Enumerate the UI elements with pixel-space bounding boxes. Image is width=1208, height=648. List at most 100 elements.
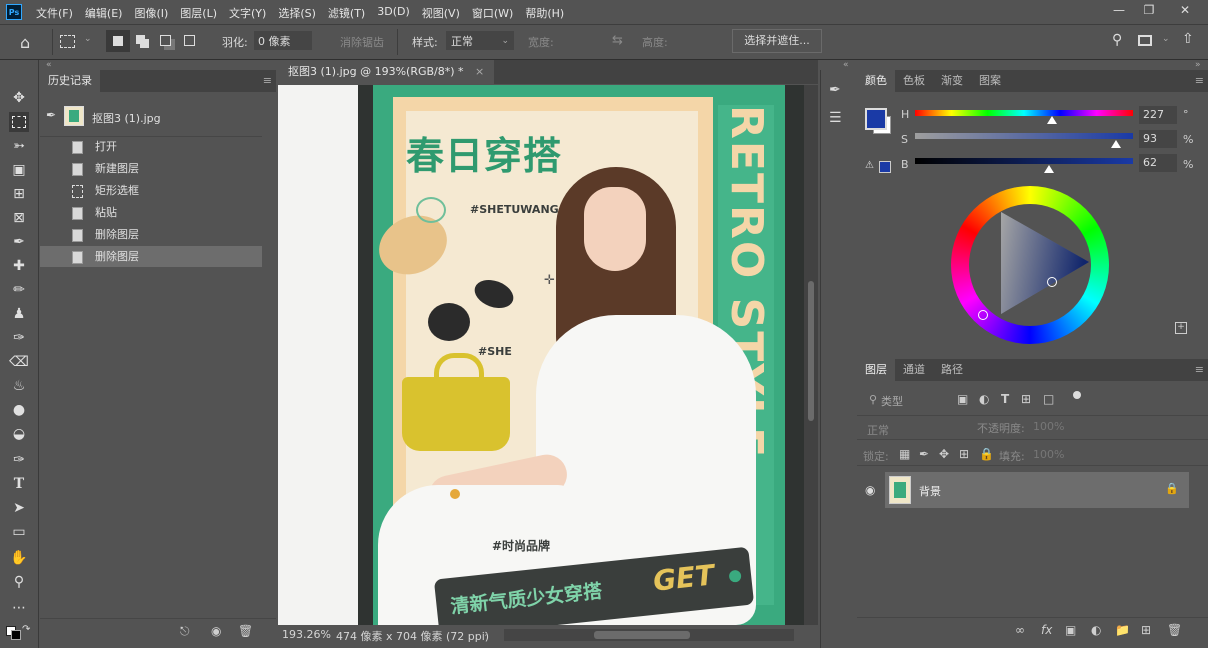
add-swatch-icon[interactable]: + [1175,322,1187,334]
horizontal-scroll-thumb[interactable] [594,631,690,639]
brush-settings-icon[interactable]: ✒ [829,82,841,98]
marquee-tool-preset-icon[interactable] [60,35,75,48]
clone-stamp-tool-icon[interactable]: ♟ [9,304,29,324]
vertical-scrollbar[interactable] [804,85,818,625]
fill-value[interactable]: 100% [1033,448,1064,461]
close-icon[interactable]: ✕ [1170,0,1200,22]
gamut-color-swatch[interactable] [879,161,891,173]
menu-file[interactable]: 文件(F) [36,5,73,21]
trash-icon[interactable]: 🗑 [1167,623,1182,637]
brightness-slider-handle[interactable] [1044,165,1054,173]
history-item-selected[interactable]: 删除图层 [40,246,262,267]
lock-image-icon[interactable]: ✒ [919,447,929,461]
add-mask-icon[interactable]: ▣ [1065,623,1076,637]
eye-icon[interactable]: ◉ [865,483,875,497]
filter-shape-icon[interactable]: ⊞ [1021,392,1031,406]
more-tools-icon[interactable]: ⋯ [9,598,29,618]
menu-3d[interactable]: 3D(D) [377,5,410,21]
color-triangle[interactable] [997,210,1097,320]
filter-pixel-icon[interactable]: ▣ [957,392,968,406]
collapse-right-icon[interactable]: » [1195,60,1201,70]
vertical-scroll-thumb[interactable] [808,281,814,421]
dodge-tool-icon[interactable]: ◒ [9,424,29,444]
eyedropper-tool-icon[interactable]: ✒ [9,232,29,252]
blur-tool-icon[interactable]: ● [9,400,29,420]
tab-paths[interactable]: 路径 [933,359,971,381]
collapse-dock-icon[interactable]: « [843,60,849,70]
brush-tool-icon[interactable]: ✏ [9,280,29,300]
collapse-history-icon[interactable]: « [46,60,52,70]
tab-channels[interactable]: 通道 [895,359,933,381]
hue-slider-handle[interactable] [1047,116,1057,124]
filter-toggle-icon[interactable] [1073,391,1081,399]
search-icon[interactable]: ⚲ [1112,32,1122,48]
rectangular-marquee-tool-icon[interactable] [9,112,29,132]
panel-menu-icon[interactable]: ≡ [1195,74,1204,87]
history-item[interactable]: 矩形选框 [40,180,262,201]
paint-bucket-tool-icon[interactable]: ♨ [9,376,29,396]
restore-icon[interactable]: ❐ [1134,0,1164,22]
menu-help[interactable]: 帮助(H) [525,5,564,21]
trash-icon[interactable]: 🗑 [238,624,253,638]
camera-icon[interactable]: ◉ [211,624,221,638]
filter-kind-label[interactable]: 类型 [881,393,903,409]
crop-tool-icon[interactable]: ⊞ [9,184,29,204]
subtract-selection-icon[interactable] [160,35,171,46]
adjustments-icon[interactable]: ☰ [829,110,842,126]
move-tool-icon[interactable]: ✥ [9,88,29,108]
new-selection-button[interactable] [106,30,130,52]
status-chevron-icon[interactable]: › [484,627,488,640]
new-layer-icon[interactable]: ⊞ [1141,623,1151,637]
saturation-slider[interactable] [915,133,1133,139]
filter-smart-object-icon[interactable]: □ [1043,392,1054,406]
workspace-icon[interactable] [1138,35,1152,46]
zoom-tool-icon[interactable]: ⚲ [9,572,29,592]
hand-tool-icon[interactable]: ✋ [9,548,29,568]
menu-edit[interactable]: 编辑(E) [85,5,123,21]
chevron-down-icon[interactable]: ⌄ [1162,34,1170,44]
triangle-picker-handle[interactable] [1047,277,1057,287]
intersect-selection-icon[interactable] [184,35,195,46]
horizontal-scrollbar[interactable] [504,629,794,641]
type-tool-icon[interactable]: T [9,474,29,494]
opacity-value[interactable]: 100% [1033,420,1064,433]
new-document-from-state-icon[interactable]: ⎋ [180,624,190,639]
antialias-checkbox[interactable]: 消除锯齿 [340,34,384,50]
brightness-input[interactable]: 62 [1139,154,1177,172]
tab-patterns[interactable]: 图案 [971,70,1009,92]
object-selection-tool-icon[interactable]: ▣ [9,160,29,180]
new-group-icon[interactable]: 📁 [1115,623,1130,637]
lock-transparent-icon[interactable]: ▦ [899,447,910,461]
lock-position-icon[interactable]: ✥ [939,447,949,461]
history-item[interactable]: 删除图层 [40,224,262,245]
history-brush-tool-icon[interactable]: ✑ [9,328,29,348]
frame-tool-icon[interactable]: ⊠ [9,208,29,228]
menu-view[interactable]: 视图(V) [422,5,460,21]
zoom-level[interactable]: 193.26% [282,628,331,641]
panel-menu-icon[interactable]: ≡ [263,74,272,87]
menu-filter[interactable]: 滤镜(T) [328,5,365,21]
menu-type[interactable]: 文字(Y) [229,5,266,21]
history-item[interactable]: 打开 [40,136,262,157]
eraser-tool-icon[interactable]: ⌫ [9,352,29,372]
swap-colors-icon[interactable]: ↷ [22,624,30,635]
history-item[interactable]: 粘贴 [40,202,262,223]
feather-input[interactable]: 0 像素 [254,31,312,50]
hue-slider[interactable] [915,110,1133,116]
adjustment-layer-icon[interactable]: ◐ [1091,623,1101,637]
tab-layers[interactable]: 图层 [857,359,895,381]
document-tab[interactable]: 抠图3 (1).jpg @ 193%(RGB/8*) * × [278,60,495,84]
close-tab-icon[interactable]: × [475,65,484,78]
lock-all-icon[interactable]: 🔒 [979,447,994,461]
blend-mode-select[interactable]: 正常 [867,422,889,438]
rectangle-tool-icon[interactable]: ▭ [9,522,29,542]
document-canvas[interactable]: RETRO STYLE 春日穿搭 #SHETUWANG #SHE #时尚品牌 清… [278,85,818,625]
history-brush-source-icon[interactable]: ✒ [46,108,56,122]
minimize-icon[interactable]: — [1104,0,1134,22]
snapshot-name[interactable]: 抠图3 (1).jpg [92,110,161,126]
history-tab[interactable]: 历史记录 [40,70,100,92]
style-select[interactable]: 正常 ⌄ [446,31,514,50]
menu-layer[interactable]: 图层(L) [180,5,217,21]
history-item[interactable]: 新建图层 [40,158,262,179]
tab-color[interactable]: 颜色 [857,70,895,92]
